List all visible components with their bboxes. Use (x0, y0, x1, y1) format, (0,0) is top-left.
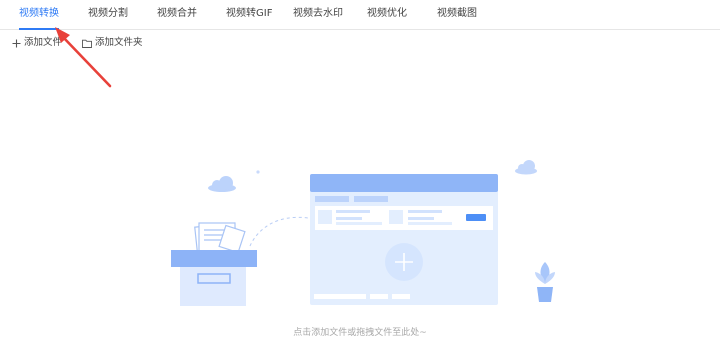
cloud-icon (515, 160, 537, 175)
dropzone-hint: 点击添加文件或拖拽文件至此处~ (293, 328, 427, 338)
dropzone-illustration[interactable] (0, 0, 720, 344)
file-box-icon (171, 222, 257, 306)
app-window-icon (310, 174, 498, 305)
cloud-icon (208, 176, 236, 192)
plant-icon (535, 262, 555, 302)
